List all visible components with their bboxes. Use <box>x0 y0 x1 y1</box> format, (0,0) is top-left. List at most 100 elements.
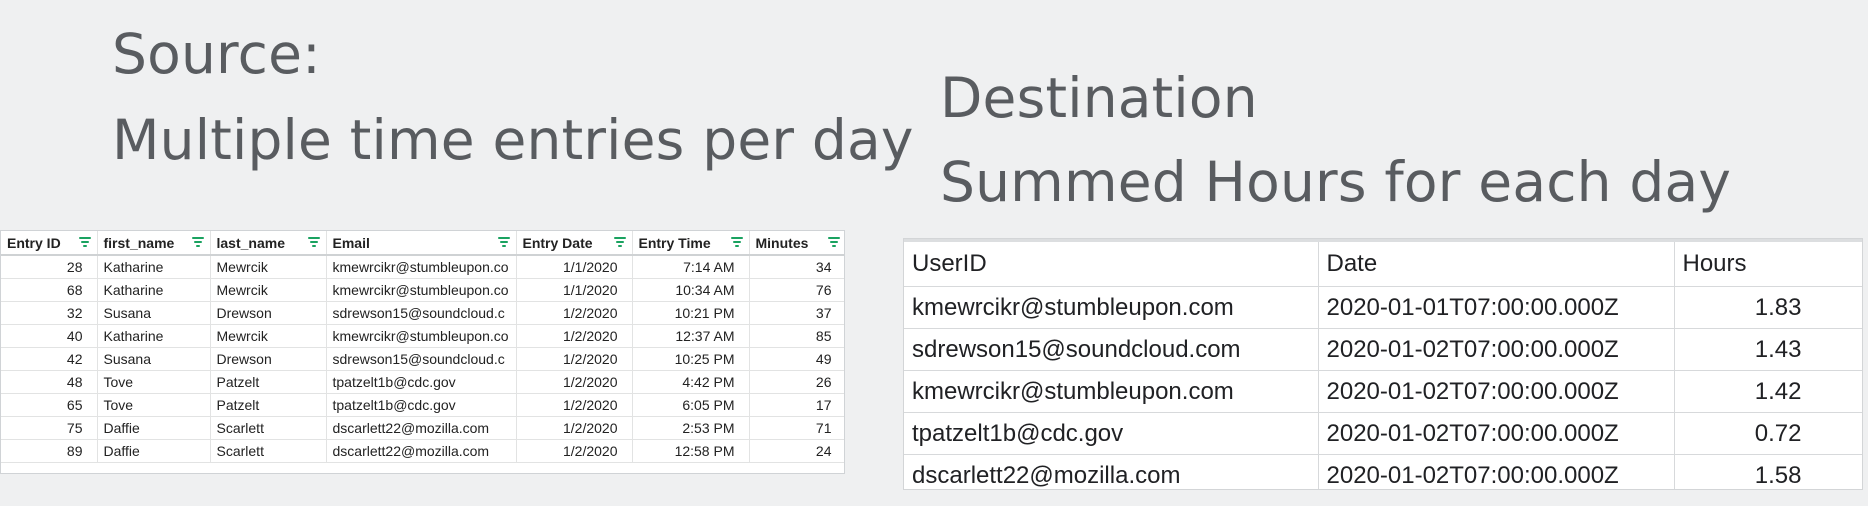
table-cell[interactable]: 32 <box>1 301 98 325</box>
table-row: kmewrcikr@stumbleupon.com 2020-01-02T07:0… <box>904 370 1862 413</box>
table-cell[interactable]: dscarlett22@mozilla.com <box>326 416 517 440</box>
filter-icon[interactable] <box>78 237 91 247</box>
table-cell[interactable]: 2:53 PM <box>632 416 750 440</box>
table-cell[interactable]: 2020-01-01T07:00:00.000Z <box>1318 286 1675 329</box>
table-cell[interactable]: 49 <box>749 347 844 371</box>
table-cell[interactable]: Patzelt <box>210 393 327 417</box>
source-column-header[interactable]: Minutes <box>749 231 844 256</box>
table-cell[interactable]: 1/2/2020 <box>516 393 633 417</box>
table-cell[interactable]: 24 <box>749 439 844 463</box>
source-column-header[interactable]: Entry Date <box>516 231 633 256</box>
table-cell[interactable]: 1/2/2020 <box>516 347 633 371</box>
table-cell[interactable]: sdrewson15@soundcloud.com <box>904 328 1319 371</box>
table-cell[interactable]: 2020-01-02T07:00:00.000Z <box>1318 370 1675 413</box>
table-cell[interactable]: 0.72 <box>1674 412 1862 455</box>
table-cell[interactable]: 12:58 PM <box>632 439 750 463</box>
filter-icon[interactable] <box>307 237 320 247</box>
table-cell[interactable]: 1.83 <box>1674 286 1862 329</box>
table-cell[interactable]: 37 <box>749 301 844 325</box>
table-cell[interactable]: 1.58 <box>1674 454 1862 489</box>
filter-icon[interactable] <box>613 237 626 247</box>
table-cell[interactable]: Mewrcik <box>210 278 327 302</box>
table-cell[interactable]: 10:25 PM <box>632 347 750 371</box>
table-cell[interactable]: 7:14 AM <box>632 255 750 279</box>
table-cell[interactable]: dscarlett22@mozilla.com <box>904 454 1319 489</box>
table-cell[interactable]: Drewson <box>210 301 327 325</box>
table-cell[interactable]: 42 <box>1 347 98 371</box>
table-cell[interactable]: 1/2/2020 <box>516 416 633 440</box>
table-cell[interactable]: 17 <box>749 393 844 417</box>
table-cell[interactable]: kmewrcikr@stumbleupon.com <box>904 286 1319 329</box>
table-cell[interactable]: 1.42 <box>1674 370 1862 413</box>
table-cell[interactable]: 6:05 PM <box>632 393 750 417</box>
table-cell[interactable]: 28 <box>1 255 98 279</box>
table-cell[interactable]: Daffie <box>97 416 211 440</box>
filter-icon[interactable] <box>191 237 204 247</box>
table-cell[interactable]: 71 <box>749 416 844 440</box>
table-cell[interactable]: 1/1/2020 <box>516 278 633 302</box>
column-header-label: Entry ID <box>7 234 61 251</box>
table-cell[interactable]: tpatzelt1b@cdc.gov <box>904 412 1319 455</box>
table-cell[interactable]: 10:21 PM <box>632 301 750 325</box>
table-cell[interactable]: Daffie <box>97 439 211 463</box>
table-cell[interactable]: 26 <box>749 370 844 394</box>
table-cell[interactable]: 34 <box>749 255 844 279</box>
table-row: sdrewson15@soundcloud.com 2020-01-02T07:0… <box>904 328 1862 371</box>
table-cell[interactable]: 2020-01-02T07:00:00.000Z <box>1318 328 1675 371</box>
table-row: 65 Tove Patzelt tpatzelt1b@cdc.gov 1/2/2020 6… <box>1 393 844 417</box>
table-cell[interactable]: kmewrcikr@stumbleupon.co <box>326 324 517 348</box>
table-cell[interactable]: 1/2/2020 <box>516 301 633 325</box>
table-cell[interactable]: Scarlett <box>210 416 327 440</box>
table-cell[interactable]: tpatzelt1b@cdc.gov <box>326 370 517 394</box>
table-row: 68 Katharine Mewrcik kmewrcikr@stumbleupon.… <box>1 278 844 302</box>
table-cell[interactable]: Tove <box>97 393 211 417</box>
table-cell[interactable]: 2020-01-02T07:00:00.000Z <box>1318 454 1675 489</box>
table-cell[interactable]: Mewrcik <box>210 255 327 279</box>
table-cell[interactable]: 89 <box>1 439 98 463</box>
table-cell[interactable]: dscarlett22@mozilla.com <box>326 439 517 463</box>
table-cell[interactable]: 65 <box>1 393 98 417</box>
table-cell[interactable]: Patzelt <box>210 370 327 394</box>
source-column-header[interactable]: Entry Time <box>632 231 750 256</box>
filter-icon[interactable] <box>730 237 743 247</box>
table-cell[interactable]: 12:37 AM <box>632 324 750 348</box>
table-cell[interactable]: 1/2/2020 <box>516 324 633 348</box>
table-cell[interactable]: kmewrcikr@stumbleupon.co <box>326 255 517 279</box>
filter-icon[interactable] <box>497 237 510 247</box>
table-cell[interactable]: 68 <box>1 278 98 302</box>
table-cell[interactable]: 2020-01-02T07:00:00.000Z <box>1318 412 1675 455</box>
table-row: 28 Katharine Mewrcik kmewrcikr@stumbleupon.… <box>1 255 844 279</box>
table-cell[interactable]: Katharine <box>97 324 211 348</box>
table-cell[interactable]: tpatzelt1b@cdc.gov <box>326 393 517 417</box>
table-cell[interactable]: Tove <box>97 370 211 394</box>
table-cell[interactable]: 1.43 <box>1674 328 1862 371</box>
table-cell[interactable]: 10:34 AM <box>632 278 750 302</box>
table-cell[interactable]: Susana <box>97 347 211 371</box>
table-cell[interactable]: 75 <box>1 416 98 440</box>
source-column-header[interactable]: last_name <box>210 231 327 256</box>
source-column-header[interactable]: first_name <box>97 231 211 256</box>
table-cell[interactable]: 4:42 PM <box>632 370 750 394</box>
table-cell[interactable]: 40 <box>1 324 98 348</box>
column-header-label: Email <box>332 234 370 251</box>
table-cell[interactable]: Mewrcik <box>210 324 327 348</box>
table-cell[interactable]: sdrewson15@soundcloud.c <box>326 301 517 325</box>
source-column-header[interactable]: Entry ID <box>1 231 98 256</box>
table-cell[interactable]: 85 <box>749 324 844 348</box>
source-column-header[interactable]: Email <box>326 231 517 256</box>
table-cell[interactable]: Katharine <box>97 278 211 302</box>
table-cell[interactable]: kmewrcikr@stumbleupon.com <box>904 370 1319 413</box>
table-cell[interactable]: Katharine <box>97 255 211 279</box>
table-cell[interactable]: sdrewson15@soundcloud.c <box>326 347 517 371</box>
table-cell[interactable]: 76 <box>749 278 844 302</box>
filter-icon[interactable] <box>827 237 840 247</box>
table-cell[interactable]: 48 <box>1 370 98 394</box>
table-cell[interactable]: Scarlett <box>210 439 327 463</box>
table-cell[interactable]: kmewrcikr@stumbleupon.co <box>326 278 517 302</box>
table-cell[interactable]: Drewson <box>210 347 327 371</box>
table-cell[interactable]: 1/2/2020 <box>516 439 633 463</box>
table-cell[interactable]: Susana <box>97 301 211 325</box>
table-cell[interactable]: 1/2/2020 <box>516 370 633 394</box>
table-cell[interactable]: 1/1/2020 <box>516 255 633 279</box>
destination-table: UserID Date Hours kmewrcikr@stumbleupon.co… <box>904 239 1862 489</box>
